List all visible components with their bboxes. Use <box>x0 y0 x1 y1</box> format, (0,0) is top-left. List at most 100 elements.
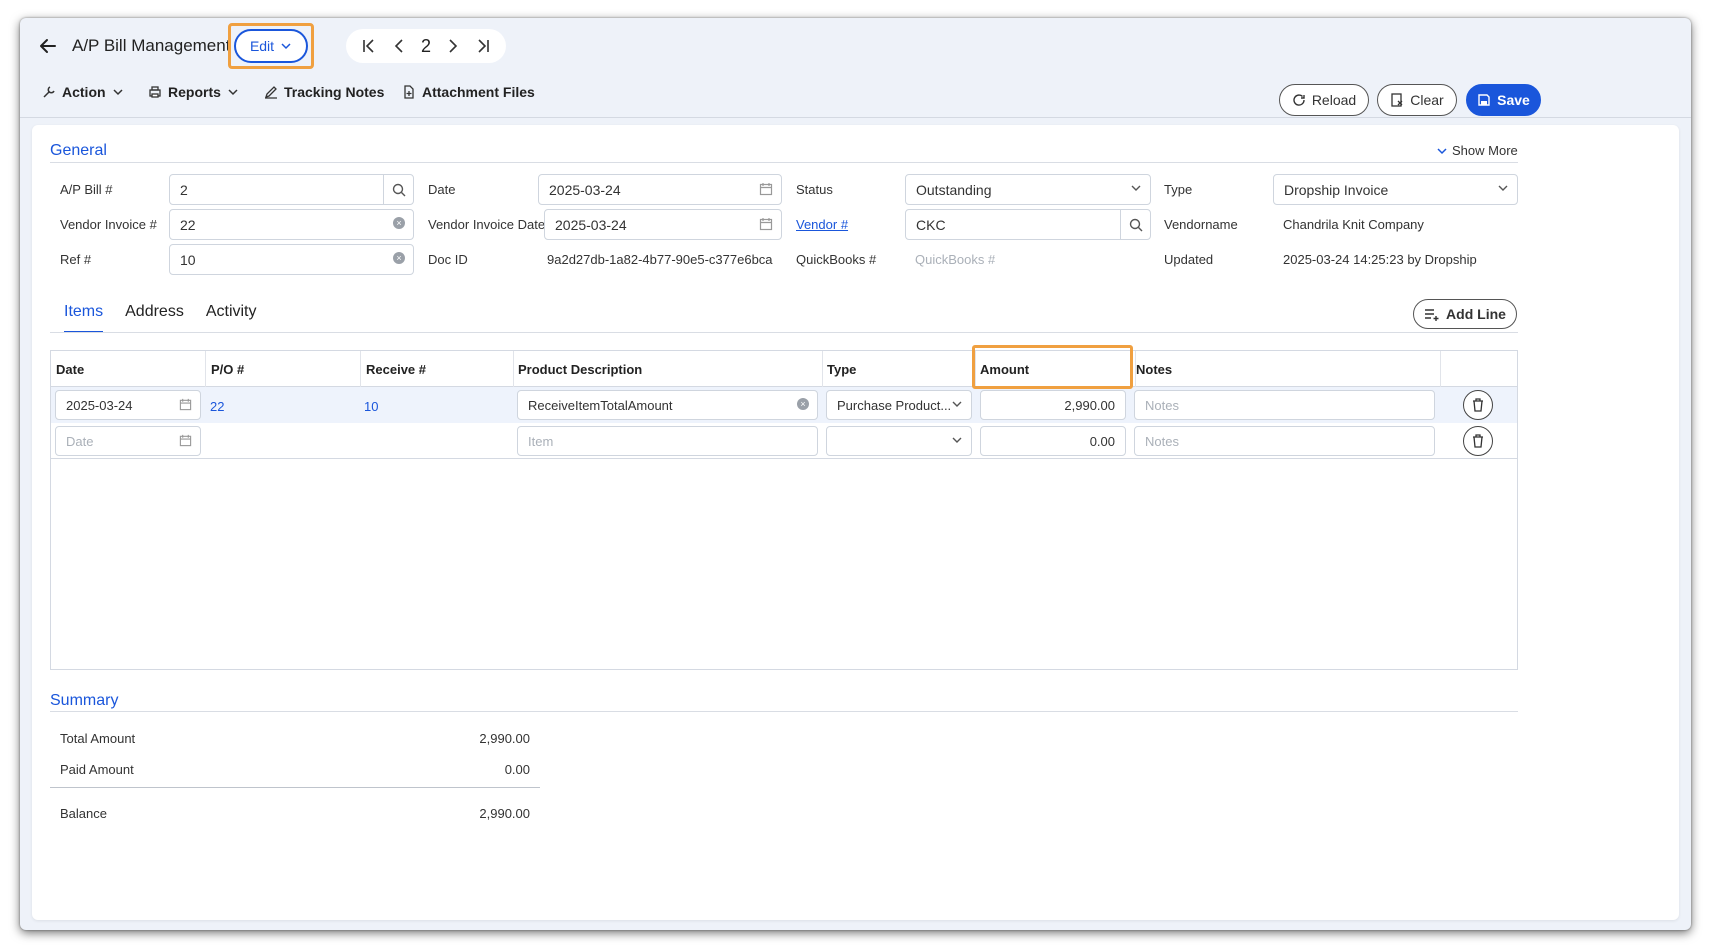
chevron-down-icon <box>1130 182 1142 194</box>
tab-items[interactable]: Items <box>64 303 104 333</box>
show-more-toggle[interactable]: Show More <box>1436 143 1518 158</box>
table-row: 2025-03-24 22 10 ReceiveItemTotalAmount … <box>51 387 1517 423</box>
title-bar: A/P Bill Management Edit 2 <box>20 18 1691 70</box>
col-receive: Receive # <box>361 351 514 387</box>
calendar-icon[interactable] <box>759 182 773 196</box>
tab-activity[interactable]: Activity <box>206 303 257 333</box>
ap-bill-field[interactable]: 2 <box>169 174 414 205</box>
delete-row-button[interactable] <box>1463 426 1493 456</box>
save-button[interactable]: Save <box>1466 84 1541 116</box>
next-page-icon[interactable] <box>445 38 461 54</box>
vendor-link[interactable]: Vendor # <box>796 217 848 232</box>
detail-tabs: Items Address Activity <box>64 303 257 333</box>
row-type-select[interactable]: Purchase Product... <box>826 390 972 420</box>
wrench-icon <box>43 86 55 98</box>
row-amount-field[interactable]: 2,990.00 <box>980 390 1126 420</box>
row-date-placeholder: Date <box>66 433 94 449</box>
balance-divider <box>50 787 540 788</box>
prev-page-icon[interactable] <box>391 38 407 54</box>
list-add-icon <box>1425 309 1439 321</box>
reports-label: Reports <box>168 84 221 100</box>
chevron-down-icon <box>228 89 238 96</box>
calendar-icon[interactable] <box>759 217 773 231</box>
date-field[interactable]: 2025-03-24 <box>538 174 782 205</box>
updated-label: Updated <box>1164 252 1214 267</box>
table-row: Date Item 0.00 Notes <box>51 423 1517 459</box>
doc-id-value: 9a2d27db-1a82-4b77-90e5-c377e6bca0 <box>547 252 773 267</box>
status-select[interactable]: Outstanding <box>905 174 1151 205</box>
vendor-value: CKC <box>916 216 946 233</box>
tab-address[interactable]: Address <box>125 303 184 333</box>
row-product-field[interactable]: Item <box>517 426 818 456</box>
chevron-down-icon <box>951 434 963 446</box>
clear-button[interactable]: Clear <box>1377 84 1457 116</box>
date-value: 2025-03-24 <box>549 181 621 198</box>
ap-bill-label: A/P Bill # <box>60 182 113 197</box>
row-notes-placeholder: Notes <box>1145 397 1179 413</box>
ref-value: 10 <box>180 251 196 268</box>
quickbooks-placeholder[interactable]: QuickBooks # <box>915 252 995 267</box>
ref-field[interactable]: 10 × <box>169 244 414 275</box>
action-label: Action <box>62 84 106 100</box>
clear-icon[interactable]: × <box>797 398 809 410</box>
updated-value: 2025-03-24 14:25:23 by Dropship <box>1283 252 1477 267</box>
row-po-link[interactable]: 22 <box>210 399 224 414</box>
col-product-description: Product Description <box>514 351 823 387</box>
delete-row-button[interactable] <box>1463 390 1493 420</box>
edit-button[interactable]: Edit <box>234 29 308 63</box>
type-value: Dropship Invoice <box>1284 181 1389 198</box>
row-date-field[interactable]: Date <box>55 426 201 456</box>
clear-icon[interactable]: × <box>393 217 405 229</box>
row-notes-field[interactable]: Notes <box>1134 426 1435 456</box>
tracking-notes-button[interactable]: Tracking Notes <box>264 84 384 100</box>
chevron-down-icon <box>1497 182 1509 194</box>
add-line-button[interactable]: Add Line <box>1413 299 1517 329</box>
grid-header: Date P/O # Receive # Product Description… <box>51 351 1517 387</box>
trash-icon <box>1473 434 1483 448</box>
clear-doc-icon <box>1391 93 1403 107</box>
reload-button[interactable]: Reload <box>1279 84 1369 116</box>
type-label: Type <box>1164 182 1193 197</box>
row-date-field[interactable]: 2025-03-24 <box>55 390 201 420</box>
attachment-files-button[interactable]: Attachment Files <box>402 84 535 100</box>
status-label: Status <box>796 182 833 197</box>
edit-label: Edit <box>249 38 275 54</box>
vendor-field[interactable]: CKC <box>905 209 1151 240</box>
page-number: 2 <box>420 35 431 56</box>
last-page-icon[interactable] <box>475 38 491 54</box>
search-icon[interactable] <box>1120 210 1150 239</box>
ref-label: Ref # <box>60 252 92 267</box>
floppy-icon <box>1478 94 1490 106</box>
vendor-invoice-date-field[interactable]: 2025-03-24 <box>544 209 782 240</box>
col-date: Date <box>51 351 206 387</box>
action-menu[interactable]: Action <box>42 84 124 100</box>
clear-icon[interactable]: × <box>393 252 405 264</box>
col-po: P/O # <box>206 351 361 387</box>
chevron-down-icon <box>281 43 291 50</box>
reload-label: Reload <box>1311 92 1357 108</box>
calendar-icon[interactable] <box>179 398 192 411</box>
row-notes-field[interactable]: Notes <box>1134 390 1435 420</box>
refresh-icon <box>1293 94 1305 106</box>
paid-amount-label: Paid Amount <box>60 762 134 777</box>
search-icon[interactable] <box>383 175 413 204</box>
vendor-invoice-date-value: 2025-03-24 <box>555 216 627 233</box>
total-amount-label: Total Amount <box>60 731 136 746</box>
balance-value: 2,990.00 <box>479 806 530 821</box>
row-amount-field[interactable]: 0.00 <box>980 426 1126 456</box>
vendor-invoice-label: Vendor Invoice # <box>60 217 157 232</box>
first-page-icon[interactable] <box>361 38 377 54</box>
reports-menu[interactable]: Reports <box>148 84 239 100</box>
row-product-field[interactable]: ReceiveItemTotalAmount × <box>517 390 818 420</box>
row-product-placeholder: Item <box>528 433 554 449</box>
row-receive-link[interactable]: 10 <box>364 399 378 414</box>
row-type-select[interactable] <box>826 426 972 456</box>
tracking-notes-label: Tracking Notes <box>284 84 385 100</box>
paid-amount-value: 0.00 <box>504 762 530 777</box>
back-arrow-icon[interactable] <box>36 34 60 58</box>
type-select[interactable]: Dropship Invoice <box>1273 174 1518 205</box>
calendar-icon[interactable] <box>179 434 192 447</box>
vendor-invoice-field[interactable]: 22 × <box>169 209 414 240</box>
status-value: Outstanding <box>916 181 992 198</box>
row-type-value: Purchase Product... <box>837 397 952 413</box>
